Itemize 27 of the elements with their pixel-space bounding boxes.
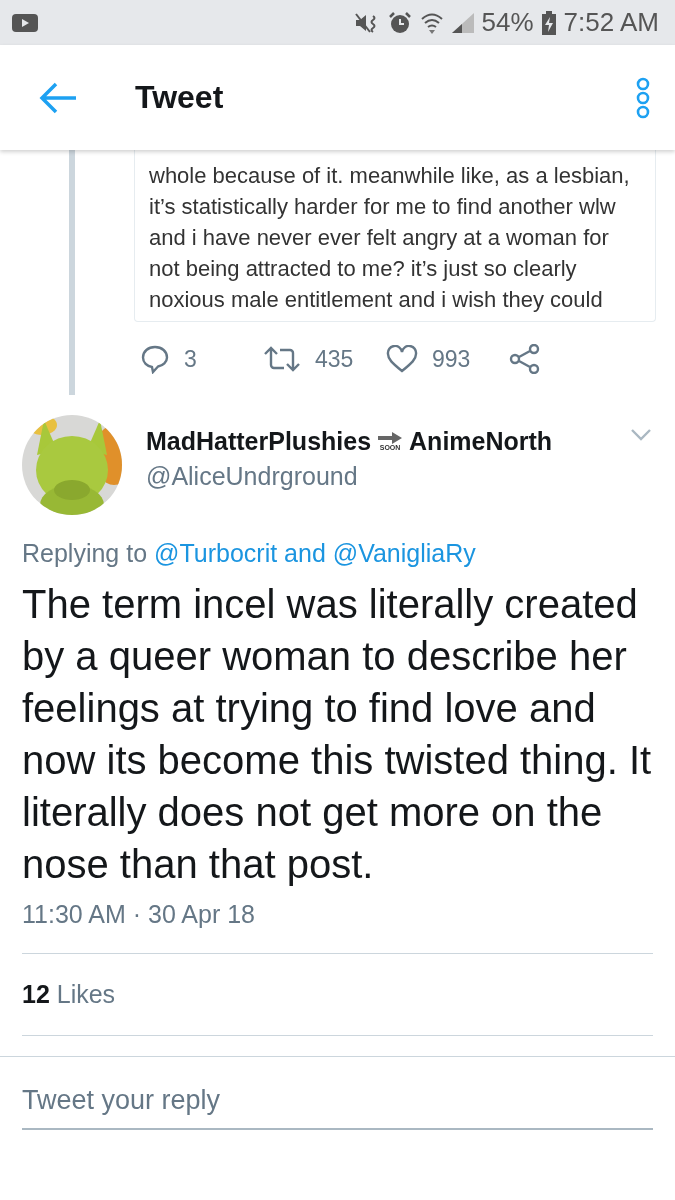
display-name: AnimeNorth <box>409 427 553 456</box>
more-options-icon[interactable] <box>635 76 651 119</box>
replying-to-label: Replying to <box>22 539 148 568</box>
play-icon <box>12 13 38 32</box>
screen-title: Tweet <box>135 79 225 116</box>
reply-input-field[interactable]: Tweet your reply <box>22 1081 653 1130</box>
quoted-tweet-card[interactable] <box>134 150 656 322</box>
alarm-icon <box>387 10 412 35</box>
action-count: 993 <box>432 345 471 373</box>
clock: 7:52 AM <box>563 7 659 38</box>
battery-icon <box>541 10 556 35</box>
battery-percent: 54% <box>481 7 534 38</box>
heart-icon[interactable] <box>386 345 418 373</box>
action-count: 3 <box>184 345 197 373</box>
retweet-icon[interactable] <box>263 345 301 373</box>
quoted-tweet-text: whole because of it. meanwhile like, as a lesbian, it’s statistically harder for me to find another wlw and i have never ever felt angry at a woman for not being attracted to me? it’s just so clearly noxious male entitlement and i wish they could <box>149 162 631 314</box>
share-icon[interactable] <box>509 344 541 374</box>
wifi-icon <box>419 11 444 34</box>
timestamp: 11:30 AM · 30 Apr 18 <box>22 900 653 954</box>
display-name: MadHatterPlushies <box>146 427 372 456</box>
likes-count[interactable]: 12 Likes <box>22 954 653 1036</box>
user-handle: @AliceUndrground <box>146 462 359 491</box>
back-arrow-icon[interactable] <box>38 81 78 114</box>
signal-icon <box>451 12 474 33</box>
action-count: 435 <box>315 345 354 373</box>
reply-icon[interactable] <box>140 344 170 374</box>
tweet-text: The term incel was literally created by a queer woman to describe her feelings at trying to find love and now its become this twisted thing. It literally does not get more on the nose than that post. <box>22 581 653 888</box>
